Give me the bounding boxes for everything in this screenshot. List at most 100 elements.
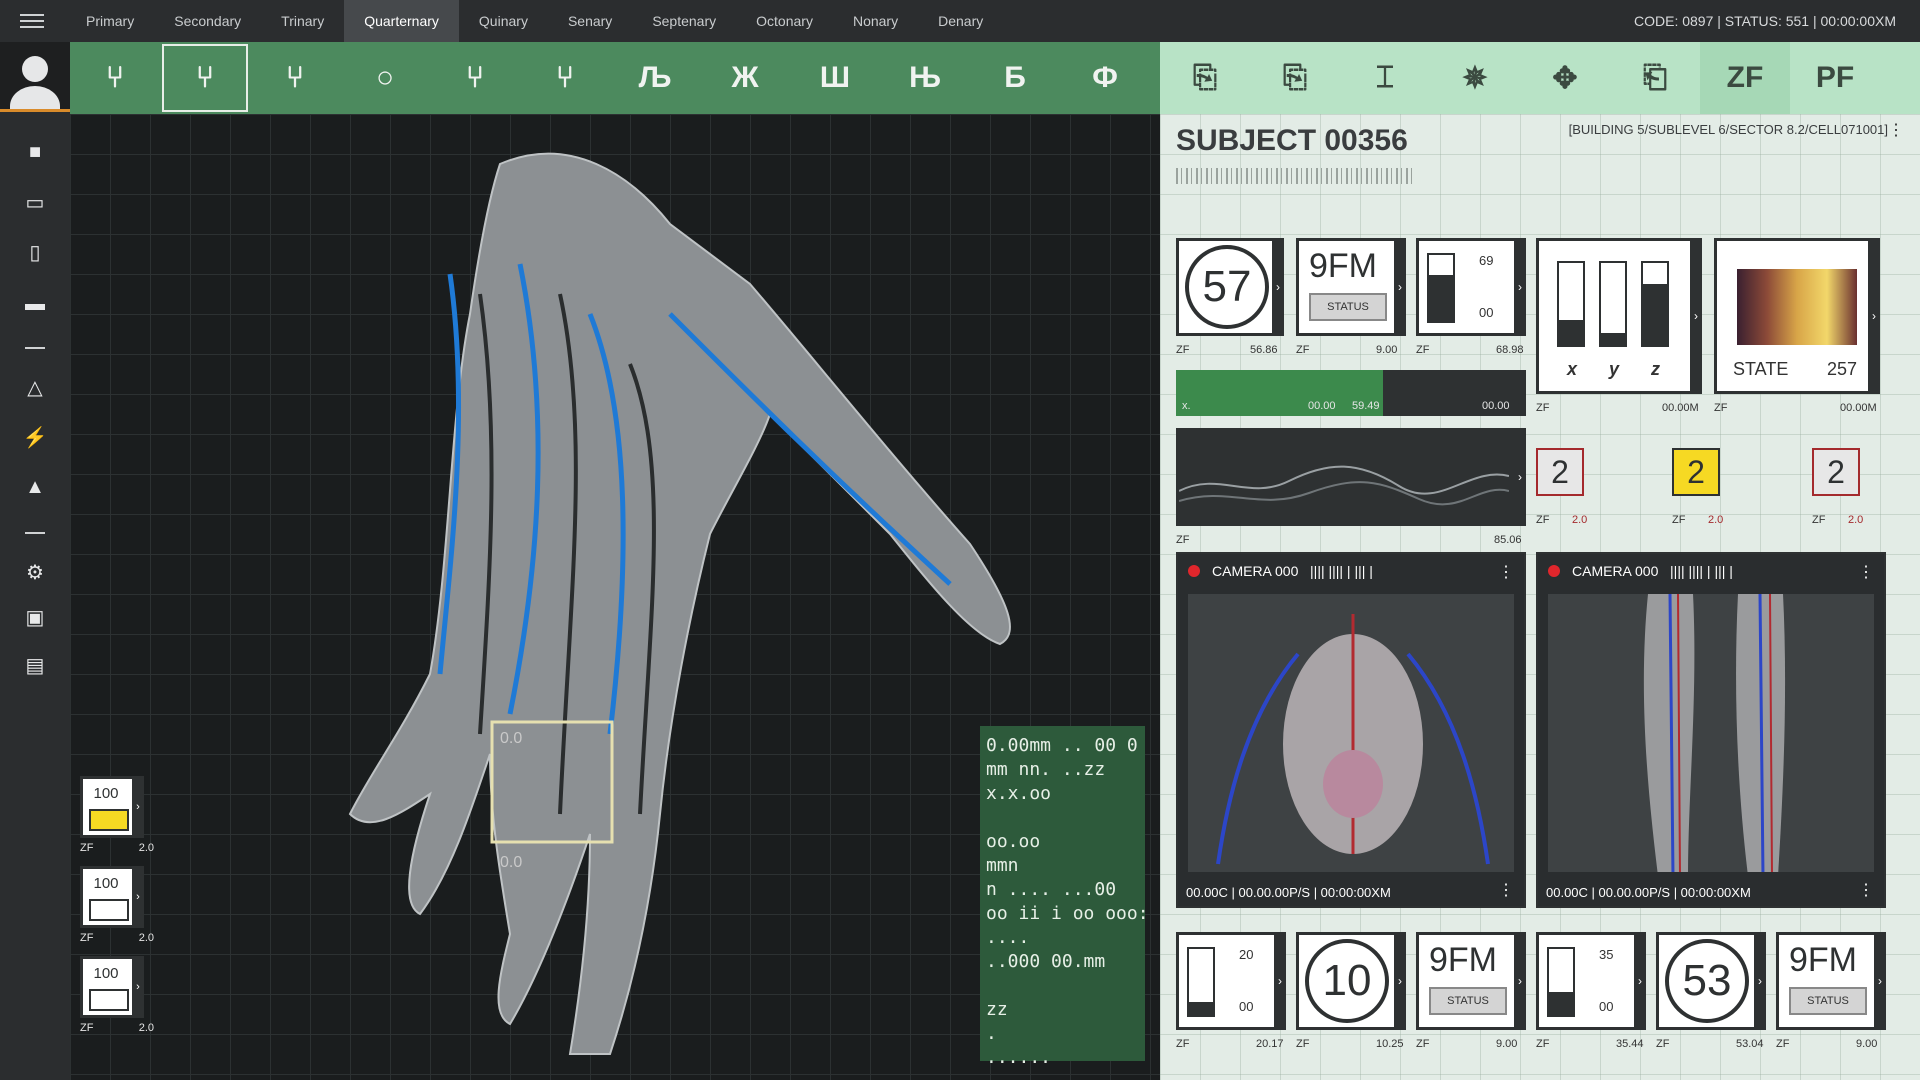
state-left-label: ZF [1714,402,1728,414]
status-card[interactable]: 9FM STATUS › [1296,238,1406,336]
camera-view [1548,594,1874,872]
action-button-3[interactable]: ⌶ [1340,42,1430,114]
camera-feed-2[interactable]: CAMERA 000 |||| |||| | ||| | ⋮ 00.00C | … [1536,552,1886,908]
camera-title: CAMERA 000 [1572,563,1659,579]
swatch-labels: ZF 2.0 [80,842,154,854]
ticket-2[interactable]: 2 [1672,448,1720,496]
bar-bottom-value: 00 [1479,305,1494,320]
bar-widget[interactable]: 20 00 › [1176,932,1286,1030]
barcode [1176,168,1416,184]
gear-icon[interactable]: ⚙ [20,557,50,587]
tool-button-9[interactable]: Ш [790,42,880,114]
action-button-5[interactable]: ✥ [1520,42,1610,114]
more-options-icon[interactable]: ⋮ [1888,120,1904,140]
more-options-icon[interactable]: ⋮ [1858,880,1874,900]
marker-label-b: 0.0 [500,854,523,871]
action-button-8[interactable]: PF [1790,42,1880,114]
progress-left-text: x. [1182,400,1191,412]
chat-icon[interactable]: ■ [20,137,50,167]
tab-trinary[interactable]: Trinary [261,0,344,42]
subject-title: SUBJECT 00356 [1176,124,1408,157]
flask-icon[interactable]: △ [20,372,50,402]
tool-button-3[interactable]: ⑂ [250,42,340,114]
tab-quinary[interactable]: Quinary [459,0,548,42]
lock-icon[interactable]: ▣ [20,602,50,632]
lightning-icon[interactable]: ⚡ [20,422,50,452]
color-swatch[interactable]: 100 › [80,956,144,1018]
hamburger-menu-icon[interactable] [20,10,44,32]
widget-left-label: ZF [1536,1038,1550,1050]
tab-quarternary[interactable]: Quarternary [344,0,459,42]
tool-button-2[interactable]: ⑂ [160,42,250,114]
gauge-widget[interactable]: 10 › [1296,932,1406,1030]
tab-septenary[interactable]: Septenary [632,0,736,42]
chevron-right-icon[interactable]: › [1754,932,1766,1030]
tab-nonary[interactable]: Nonary [833,0,918,42]
action-button-1[interactable]: ⎘ [1160,42,1250,114]
color-swatch[interactable]: 100 › [80,866,144,928]
chevron-right-icon[interactable]: › [1514,932,1526,1030]
tool-button-4[interactable]: ○ [340,42,430,114]
more-options-icon[interactable]: ⋮ [1858,562,1874,582]
bar-widget[interactable]: 35 00 › [1536,932,1646,1030]
chevron-right-icon[interactable]: › [132,956,144,1018]
gauge-card[interactable]: 57 › [1176,238,1284,336]
ticket-3[interactable]: 2 [1812,448,1860,496]
folder-icon[interactable]: ▬ [20,289,50,319]
chevron-right-icon[interactable]: › [1868,238,1880,394]
more-options-icon[interactable]: ⋮ [1498,880,1514,900]
status-widget[interactable]: 9FM STATUS › [1776,932,1886,1030]
tool-button-12[interactable]: Ф [1060,42,1150,114]
waveform-card[interactable]: › [1176,428,1526,526]
chevron-right-icon[interactable]: › [1394,932,1406,1030]
camera-feed-1[interactable]: CAMERA 000 |||| |||| | ||| | ⋮ 00.00C | … [1176,552,1526,908]
level-bar [1187,947,1215,1017]
fire-icon[interactable]: ▲ [20,472,50,502]
more-options-icon[interactable]: ⋮ [1498,562,1514,582]
trash-icon[interactable]: ▤ [20,650,50,680]
action-button-4[interactable]: ✵ [1430,42,1520,114]
chevron-right-icon[interactable]: › [1514,428,1526,526]
tool-button-1[interactable]: ⑂ [70,42,160,114]
monitor-icon[interactable]: ▭ [20,187,50,217]
color-swatch[interactable]: 100 › [80,776,144,838]
gauge-dial: 53 [1665,939,1749,1023]
chevron-right-icon[interactable]: › [1874,932,1886,1030]
tool-button-7[interactable]: Љ [610,42,700,114]
user-avatar[interactable] [0,42,70,112]
chevron-right-icon[interactable]: › [1272,238,1284,336]
action-button-2[interactable]: ⎘ [1250,42,1340,114]
tab-secondary[interactable]: Secondary [154,0,261,42]
chevron-right-icon[interactable]: › [1394,238,1406,336]
tool-button-8[interactable]: Ж [700,42,790,114]
tab-denary[interactable]: Denary [918,0,1003,42]
tool-button-10[interactable]: Њ [880,42,970,114]
tab-senary[interactable]: Senary [548,0,632,42]
swatch-labels: ZF 2.0 [80,1022,154,1034]
chevron-right-icon[interactable]: › [1690,238,1702,394]
chevron-right-icon[interactable]: › [132,776,144,838]
widget-right-label: 9.00 [1496,1038,1518,1050]
tab-octonary[interactable]: Octonary [736,0,833,42]
status-widget[interactable]: 9FM STATUS › [1416,932,1526,1030]
bar-card[interactable]: 69 00 › [1416,238,1526,336]
ticket-1[interactable]: 2 [1536,448,1584,496]
action-button-6[interactable]: ⎗ [1610,42,1700,114]
bar-left-label: ZF [1416,344,1430,356]
wave-right-label: 85.06 [1494,534,1522,546]
gauge-widget[interactable]: 53 › [1656,932,1766,1030]
tool-button-5[interactable]: ⑂ [430,42,520,114]
chevron-right-icon[interactable]: › [1514,238,1526,336]
chevron-right-icon[interactable]: › [1634,932,1646,1030]
tab-primary[interactable]: Primary [66,0,154,42]
chevron-right-icon[interactable]: › [132,866,144,928]
tool-button-6[interactable]: ⑂ [520,42,610,114]
tool-button-11[interactable]: Б [970,42,1060,114]
state-card[interactable]: STATE 257 › [1714,238,1880,394]
action-toolbar: ⎘ ⎘ ⌶ ✵ ✥ ⎗ ZF PF [1160,42,1920,114]
xyz-card[interactable]: x y z › [1536,238,1702,394]
3d-viewport[interactable]: 0.0 0.0 0.00mm .. 00 0 mm nn. ..zz x.x.o… [70,114,1160,1080]
chevron-right-icon[interactable]: › [1274,932,1286,1030]
action-button-7[interactable]: ZF [1700,42,1790,114]
document-icon[interactable]: ▯ [20,237,50,267]
